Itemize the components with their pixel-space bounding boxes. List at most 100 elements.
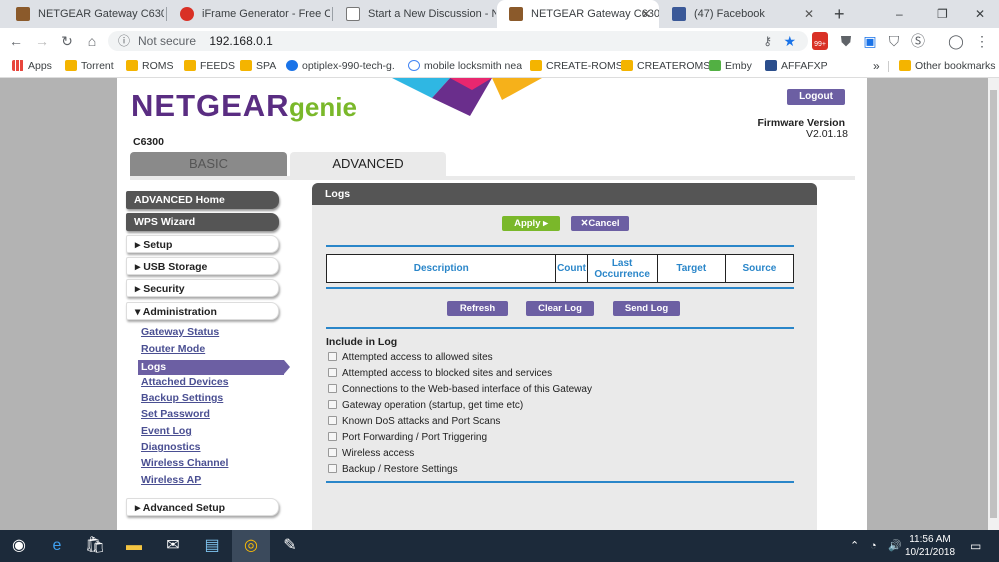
browser-tab[interactable]: Start a New Discussion - NE bbox=[334, 0, 496, 28]
browser-tab[interactable]: NETGEAR Gateway C6300 bbox=[4, 0, 164, 28]
bookmark-link[interactable]: optiplex-990-tech-g... bbox=[284, 54, 394, 78]
refresh-button[interactable]: Refresh bbox=[447, 301, 508, 316]
send-log-button[interactable]: Send Log bbox=[613, 301, 680, 316]
checkbox[interactable] bbox=[328, 368, 337, 377]
log-option[interactable]: Wireless access bbox=[328, 448, 414, 459]
restore-button[interactable]: ❐ bbox=[937, 0, 948, 28]
tray-chevron-icon[interactable]: ⌃ bbox=[850, 530, 859, 562]
bookmark-apps[interactable]: Apps bbox=[10, 54, 52, 78]
nav-usb-storage[interactable]: ▸ USB Storage bbox=[126, 257, 279, 275]
checkbox[interactable] bbox=[328, 400, 337, 409]
nav-event-log[interactable]: Event Log bbox=[141, 425, 192, 437]
nav-wps-wizard[interactable]: WPS Wizard bbox=[126, 213, 279, 231]
back-arrow-icon[interactable]: ← bbox=[6, 28, 26, 54]
forward-arrow-icon[interactable]: → bbox=[32, 28, 52, 54]
more-bookmarks-chevron-icon[interactable]: » bbox=[873, 54, 880, 78]
logout-button[interactable]: Logout bbox=[787, 89, 845, 105]
nav-router-mode[interactable]: Router Mode bbox=[141, 343, 205, 355]
bookmark-link[interactable]: AFFAFXP bbox=[763, 54, 828, 78]
cancel-button[interactable]: ✕Cancel bbox=[571, 216, 629, 231]
extension-badge[interactable]: 99+ bbox=[812, 32, 828, 50]
mail-icon[interactable]: ✉ bbox=[154, 530, 192, 562]
log-option[interactable]: Attempted access to blocked sites and se… bbox=[328, 368, 552, 379]
bookmark-folder[interactable]: SPA bbox=[238, 54, 276, 78]
nav-set-password[interactable]: Set Password bbox=[141, 408, 210, 420]
bookmark-folder[interactable]: CREATEROMS bbox=[619, 54, 710, 78]
nav-setup[interactable]: ▸ Setup bbox=[126, 235, 279, 253]
close-tab-icon[interactable]: ✕ bbox=[641, 0, 651, 28]
close-tab-icon[interactable]: ✕ bbox=[804, 0, 814, 28]
shield-extension-icon[interactable]: ⛊ bbox=[836, 28, 856, 54]
log-option[interactable]: Connections to the Web-based interface o… bbox=[328, 384, 592, 395]
browser-tab[interactable]: (47) Facebook ✕ bbox=[660, 0, 822, 28]
network-icon[interactable]: ◔ bbox=[870, 530, 877, 562]
tab-advanced[interactable]: ADVANCED bbox=[290, 152, 446, 176]
checkbox[interactable] bbox=[328, 464, 337, 473]
column-last-occurrence[interactable]: Last Occurrence bbox=[586, 254, 658, 283]
log-option[interactable]: Known DoS attacks and Port Scans bbox=[328, 416, 500, 427]
extension-icon[interactable]: ▣ bbox=[860, 28, 880, 54]
close-window-button[interactable]: ✕ bbox=[975, 0, 985, 28]
new-tab-button[interactable]: + bbox=[834, 0, 845, 28]
windows-start-icon[interactable]: ◉ bbox=[0, 530, 38, 562]
system-clock[interactable]: 11:56 AM 10/21/2018 bbox=[900, 533, 960, 559]
adblock-extension-icon[interactable]: ⛉ bbox=[884, 28, 904, 54]
checkbox[interactable] bbox=[328, 448, 337, 457]
bookmark-folder[interactable]: Torrent bbox=[63, 54, 114, 78]
column-source[interactable]: Source bbox=[724, 254, 795, 283]
other-bookmarks[interactable]: Other bookmarks bbox=[897, 54, 996, 78]
page-scrollbar[interactable] bbox=[988, 78, 999, 530]
column-count[interactable]: Count bbox=[555, 254, 588, 283]
nav-security[interactable]: ▸ Security bbox=[126, 279, 279, 297]
s-extension-icon[interactable]: Ⓢ bbox=[908, 28, 928, 54]
minimize-button[interactable]: – bbox=[896, 0, 903, 28]
bookmark-link[interactable]: Emby bbox=[707, 54, 752, 78]
reload-icon[interactable]: ↻ bbox=[57, 28, 77, 54]
column-description[interactable]: Description bbox=[325, 254, 557, 283]
bookmark-folder[interactable]: CREATE-ROMS bbox=[528, 54, 623, 78]
checkbox[interactable] bbox=[328, 416, 337, 425]
nav-wireless-channel[interactable]: Wireless Channel bbox=[141, 457, 228, 469]
store-icon[interactable]: 🛍 bbox=[76, 530, 114, 562]
clear-log-button[interactable]: Clear Log bbox=[526, 301, 594, 316]
log-option[interactable]: Backup / Restore Settings bbox=[328, 464, 458, 475]
bookmark-folder[interactable]: FEEDS bbox=[182, 54, 235, 78]
nav-advanced-home[interactable]: ADVANCED Home bbox=[126, 191, 279, 209]
checkbox[interactable] bbox=[328, 352, 337, 361]
nav-backup-settings[interactable]: Backup Settings bbox=[141, 392, 223, 404]
nav-wireless-ap[interactable]: Wireless AP bbox=[141, 474, 201, 486]
nav-advanced-setup[interactable]: ▸ Advanced Setup bbox=[126, 498, 279, 516]
profile-avatar-icon[interactable]: ◯ bbox=[946, 28, 966, 54]
nav-diagnostics[interactable]: Diagnostics bbox=[141, 441, 201, 453]
checkbox[interactable] bbox=[328, 384, 337, 393]
home-icon[interactable]: ⌂ bbox=[82, 28, 102, 54]
info-icon[interactable]: ⓘ bbox=[118, 31, 130, 51]
tab-basic[interactable]: BASIC bbox=[130, 152, 287, 176]
nav-gateway-status[interactable]: Gateway Status bbox=[141, 326, 219, 338]
nav-attached-devices[interactable]: Attached Devices bbox=[141, 376, 229, 388]
key-icon[interactable]: ⚷ bbox=[763, 31, 772, 51]
scrollbar-thumb[interactable] bbox=[990, 90, 997, 518]
address-bar[interactable]: ⓘ Not secure 192.168.0.1 ⚷ ★ bbox=[108, 31, 808, 51]
browser-tab-active[interactable]: NETGEAR Gateway C6300 ✕ bbox=[497, 0, 659, 28]
chrome-icon[interactable]: ◎ bbox=[232, 530, 270, 562]
log-option[interactable]: Attempted access to allowed sites bbox=[328, 352, 493, 363]
pen-app-icon[interactable]: ✎ bbox=[271, 530, 309, 562]
star-bookmark-icon[interactable]: ★ bbox=[783, 31, 796, 51]
column-target[interactable]: Target bbox=[656, 254, 726, 283]
nav-administration[interactable]: ▾ Administration bbox=[126, 302, 279, 320]
checkbox[interactable] bbox=[328, 432, 337, 441]
divider-rule bbox=[326, 327, 794, 329]
file-explorer-icon[interactable]: ▬ bbox=[115, 530, 153, 562]
log-option[interactable]: Port Forwarding / Port Triggering bbox=[328, 432, 487, 443]
log-option[interactable]: Gateway operation (startup, get time etc… bbox=[328, 400, 523, 411]
nav-logs-selected[interactable]: Logs bbox=[138, 360, 290, 375]
menu-dots-icon[interactable]: ⋮ bbox=[972, 28, 992, 54]
edge-browser-icon[interactable]: e bbox=[38, 530, 76, 562]
bookmark-link[interactable]: mobile locksmith nea... bbox=[406, 54, 522, 78]
bookmark-folder[interactable]: ROMS bbox=[124, 54, 174, 78]
app-icon[interactable]: ▤ bbox=[193, 530, 231, 562]
browser-tab[interactable]: iFrame Generator - Free On bbox=[168, 0, 330, 28]
apply-button[interactable]: Apply ▸ bbox=[502, 216, 560, 231]
notifications-icon[interactable]: ▭ bbox=[970, 530, 981, 562]
